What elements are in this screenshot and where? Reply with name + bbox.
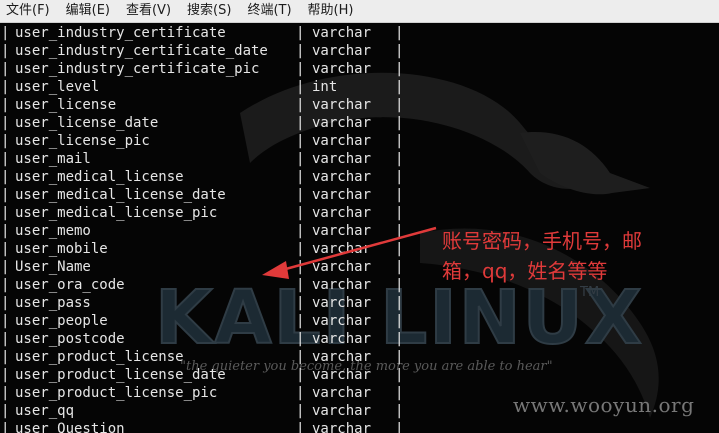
menu-item-4[interactable]: 终端(T) (241, 0, 301, 22)
menu-item-3[interactable]: 搜索(S) (181, 0, 241, 22)
terminal-window: 文件(F) 编辑(E) 查看(V) 搜索(S) 终端(T) 帮助(H) KALI LINU… (0, 0, 719, 433)
menu-bar: 文件(F) 编辑(E) 查看(V) 搜索(S) 终端(T) 帮助(H) (0, 0, 719, 23)
menu-item-0[interactable]: 文件(F) (0, 0, 60, 22)
annotation-text: 账号密码，手机号，邮 箱，qq，姓名等等 (442, 226, 712, 286)
arrow-head (262, 261, 289, 279)
annotation-line-1: 账号密码，手机号，邮 (442, 229, 642, 253)
menu-item-2[interactable]: 查看(V) (120, 0, 181, 22)
menu-item-5[interactable]: 帮助(H) (302, 0, 364, 22)
annotation-line-2: 箱，qq，姓名等等 (442, 259, 608, 283)
menu-item-1[interactable]: 编辑(E) (60, 0, 120, 22)
terminal-output[interactable]: KALI LINUX TM "the quieter you become, t… (0, 23, 719, 433)
wooyun-watermark: www.wooyun.org (513, 393, 695, 417)
